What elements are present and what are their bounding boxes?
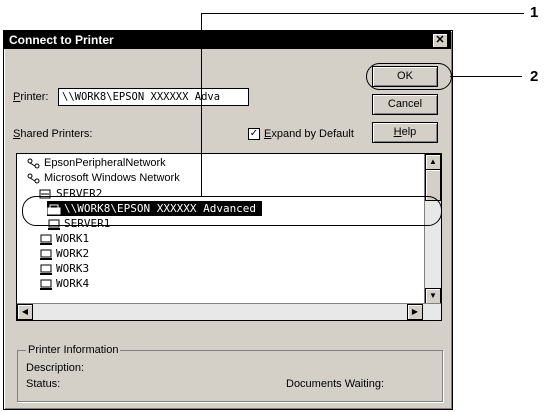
expand-by-default-label: Expand by Default: [264, 128, 354, 140]
tree-item[interactable]: WORK3: [39, 261, 89, 276]
documents-waiting-label: Documents Waiting:: [286, 378, 385, 390]
selected-printer-highlight-oval: [22, 196, 442, 226]
horizontal-scrollbar[interactable]: ◀ ▶: [17, 303, 441, 320]
vertical-scrollbar[interactable]: ▲ ▼: [424, 154, 441, 304]
dialog-title: Connect to Printer: [9, 33, 114, 47]
callout-1-leader-vertical: [201, 13, 202, 196]
printer-information-group: [17, 350, 443, 402]
network-icon: [27, 173, 41, 184]
tree-item[interactable]: Microsoft Windows Network: [27, 171, 180, 186]
ok-highlight-oval: [366, 63, 452, 90]
tree-item[interactable]: WORK1: [39, 231, 89, 246]
shared-printers-tree[interactable]: EpsonPeripheralNetwork Microsoft Windows…: [16, 153, 442, 321]
scroll-down-icon[interactable]: ▼: [425, 288, 441, 304]
printer-information-title: Printer Information: [26, 344, 121, 356]
callout-1-leader-horizontal: [201, 13, 524, 14]
tree-item[interactable]: EpsonPeripheralNetwork: [27, 156, 166, 171]
close-icon: ✕: [435, 34, 445, 46]
shared-printers-label: Shared Printers:: [13, 128, 93, 140]
computer-icon: [39, 279, 53, 290]
cancel-button[interactable]: Cancel: [372, 94, 438, 115]
scroll-up-icon[interactable]: ▲: [425, 154, 441, 170]
callout-2-leader: [450, 76, 522, 77]
close-button[interactable]: ✕: [432, 33, 448, 48]
printer-input[interactable]: \\WORK8\EPSON XXXXXX Adva: [58, 88, 249, 106]
callout-2-number: 2: [530, 68, 539, 85]
tree-item[interactable]: WORK4: [39, 276, 89, 291]
description-label: Description:: [26, 362, 85, 374]
network-icon: [27, 158, 41, 169]
callout-1-number: 1: [530, 4, 539, 21]
computer-icon: [39, 249, 53, 260]
help-button[interactable]: Help: [372, 122, 438, 143]
tree-item[interactable]: WORK2: [39, 246, 89, 261]
scroll-right-icon[interactable]: ▶: [407, 304, 423, 320]
computer-icon: [39, 234, 53, 245]
computer-icon: [39, 264, 53, 275]
expand-by-default-checkbox[interactable]: ✓: [248, 128, 260, 140]
status-label: Status:: [26, 378, 61, 390]
check-mark-icon: ✓: [249, 128, 259, 139]
title-bar: Connect to Printer ✕: [4, 31, 451, 49]
scroll-left-icon[interactable]: ◀: [17, 304, 33, 320]
printer-label: Printer:: [13, 91, 49, 103]
